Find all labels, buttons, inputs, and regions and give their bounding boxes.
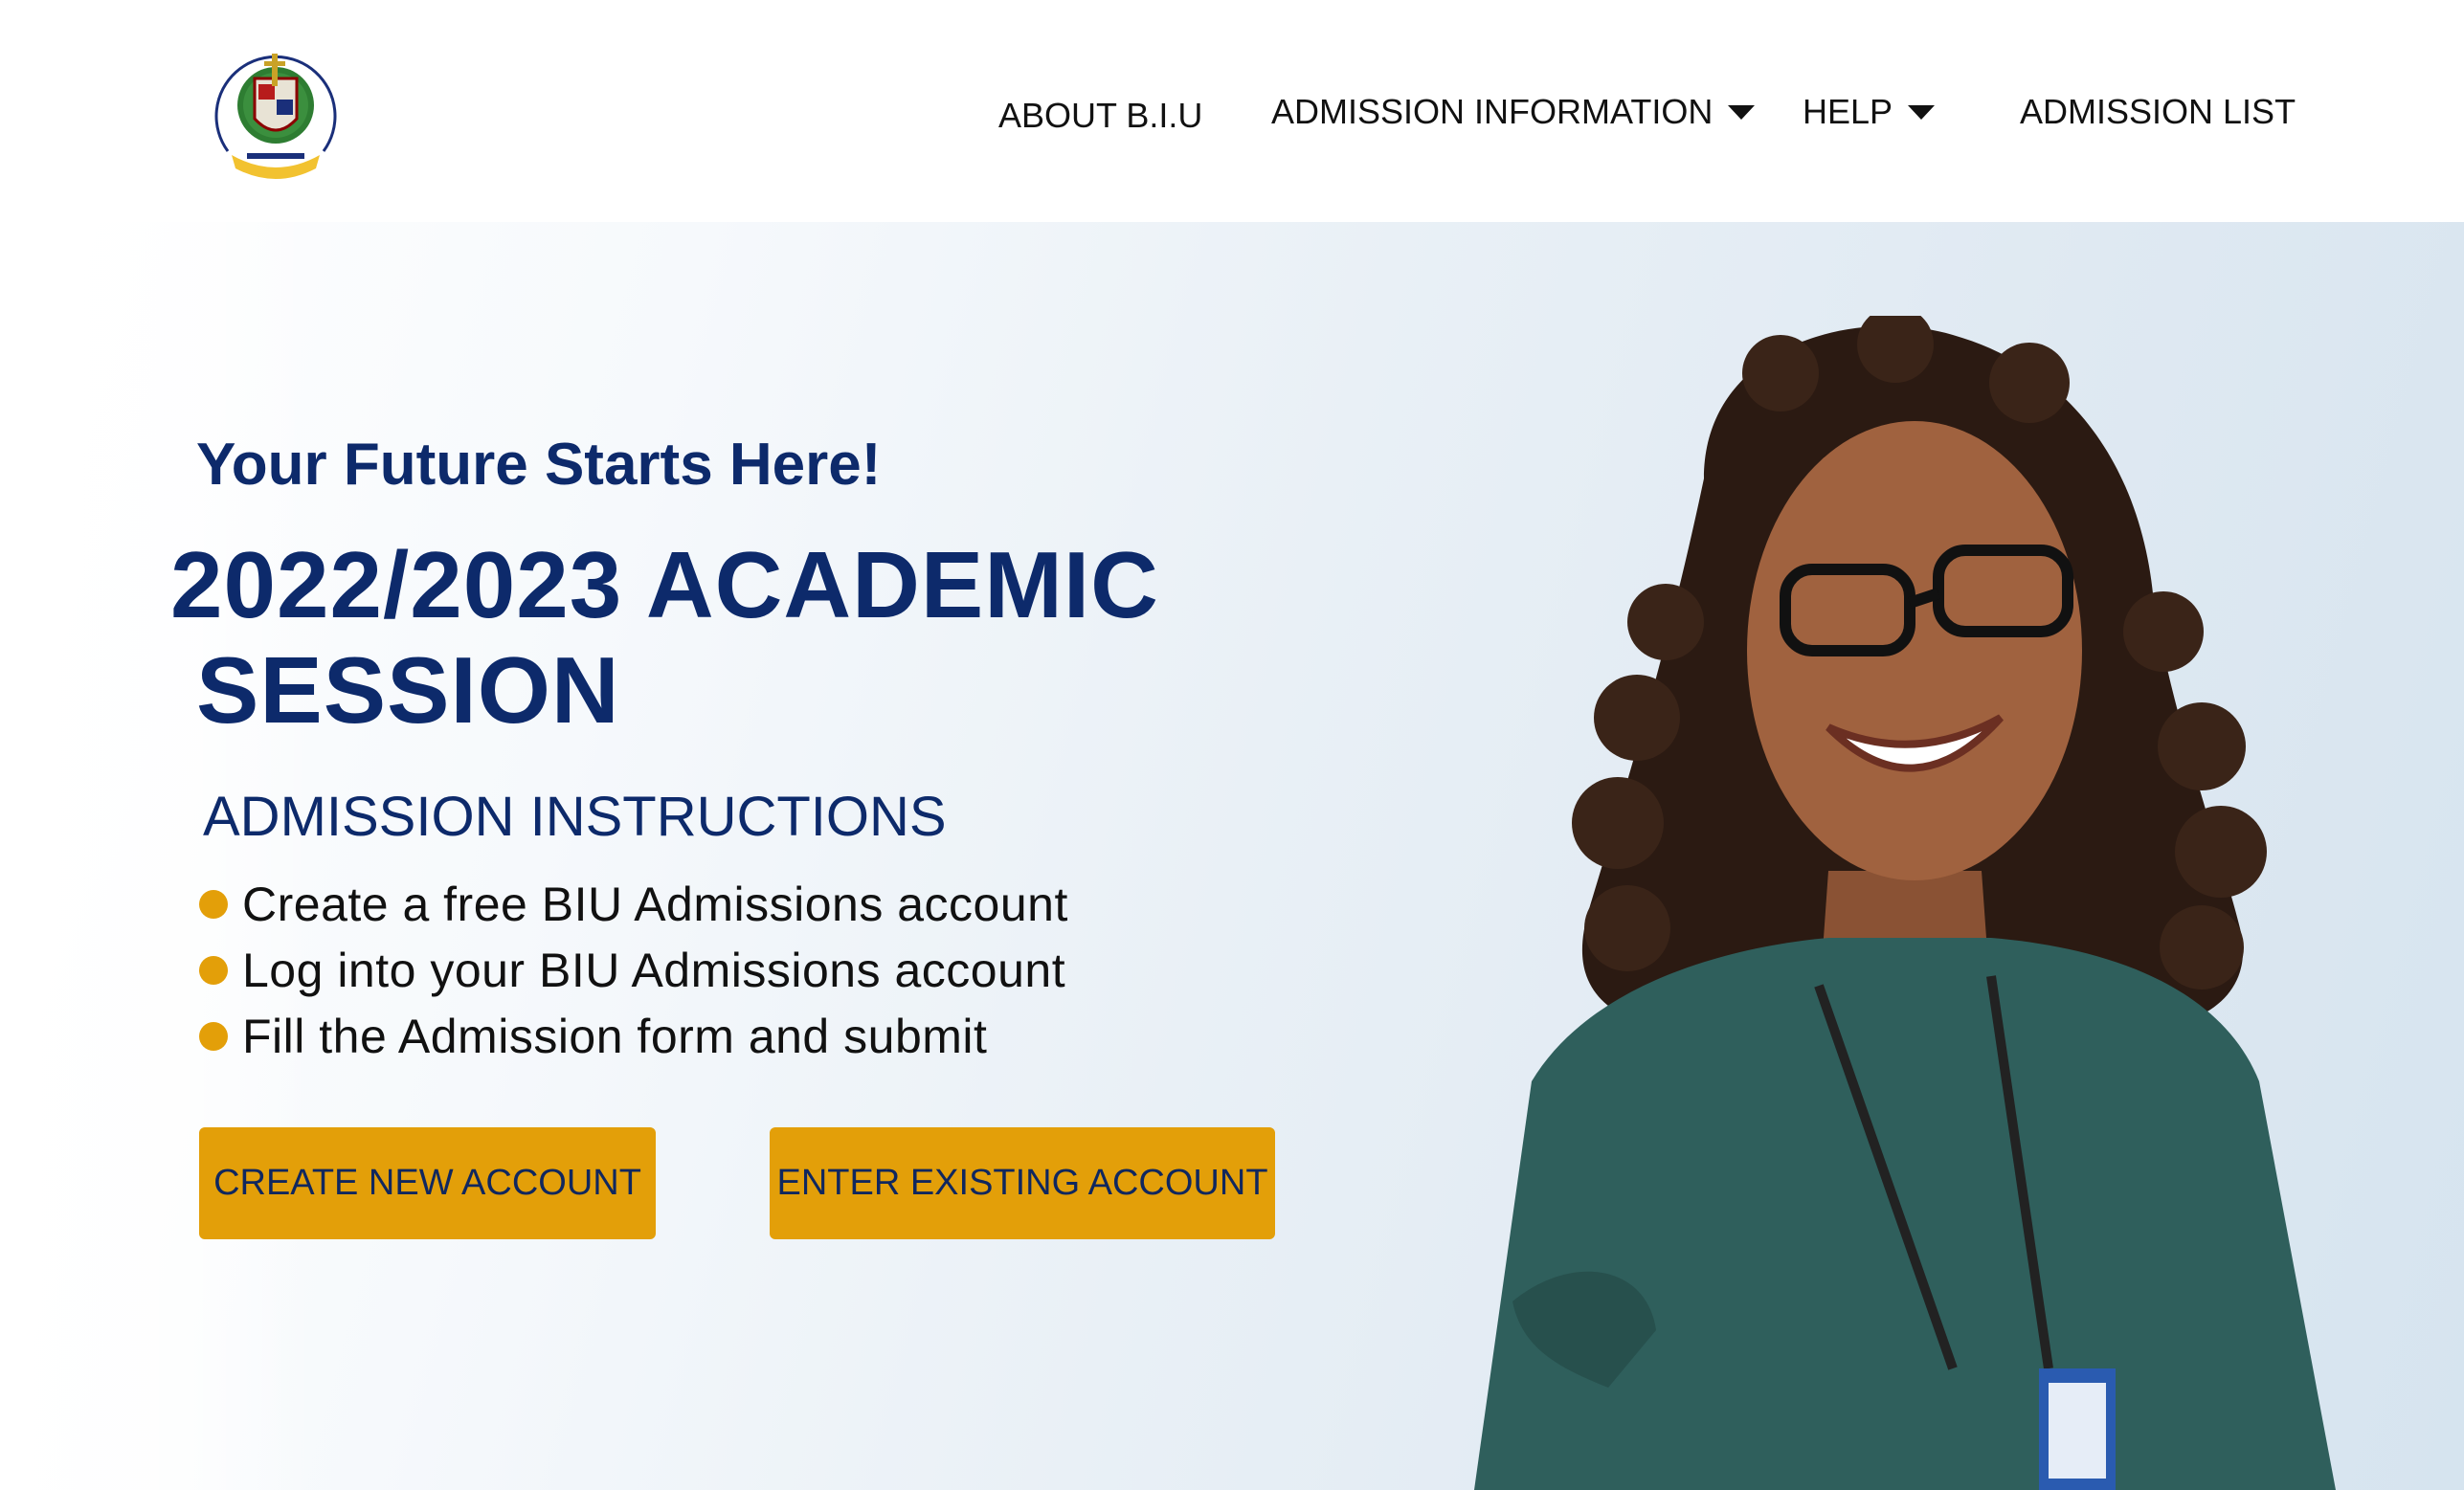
instruction-text: Create a free BIU Admissions account — [242, 877, 1068, 931]
nav-help-label: HELP — [1803, 92, 1893, 131]
caret-down-icon — [1728, 104, 1756, 120]
list-item: Create a free BIU Admissions account — [199, 871, 1068, 937]
nav-help[interactable]: HELP — [1803, 92, 1936, 132]
list-item: Log into your BIU Admissions account — [199, 937, 1068, 1003]
bullet-dot-icon — [199, 889, 228, 919]
instruction-text: Log into your BIU Admissions account — [242, 943, 1066, 997]
create-new-account-label: CREATE NEW ACCOUNT — [213, 1163, 641, 1203]
bullet-dot-icon — [199, 955, 228, 985]
list-item: Fill the Admission form and submit — [199, 1003, 1068, 1069]
site-header: ABOUT B.I.U ADMISSION INFORMATION HELP A… — [0, 0, 2464, 222]
caret-down-icon — [1908, 104, 1936, 120]
admission-instructions-list: Create a free BIU Admissions account Log… — [199, 871, 1068, 1069]
nav-about-biu[interactable]: ABOUT B.I.U — [998, 96, 1202, 136]
nav-about-label: ABOUT B.I.U — [998, 96, 1203, 135]
student-portrait-image — [1474, 316, 2336, 1490]
session-title-line2: SESSION — [196, 637, 620, 743]
nav-admission-information-label: ADMISSION INFORMATION — [1271, 92, 1714, 131]
enter-existing-account-button[interactable]: ENTER EXISTING ACCOUNT — [770, 1127, 1275, 1239]
admission-instructions-title: ADMISSION INSTRUCTIONS — [203, 786, 947, 848]
nav-admission-list-label: ADMISSION LIST — [2020, 92, 2296, 131]
nav-admission-list[interactable]: ADMISSION LIST — [2020, 92, 2296, 132]
session-title-line1: 2022/2023 ACADEMIC — [170, 532, 1159, 637]
instruction-text: Fill the Admission form and submit — [242, 1009, 988, 1063]
university-crest-icon[interactable] — [209, 36, 343, 186]
nav-admission-information[interactable]: ADMISSION INFORMATION — [1271, 92, 1756, 132]
create-new-account-button[interactable]: CREATE NEW ACCOUNT — [199, 1127, 656, 1239]
hero-tagline: Your Future Starts Here! — [196, 432, 882, 498]
enter-existing-account-label: ENTER EXISTING ACCOUNT — [776, 1163, 1268, 1203]
hero-fade-overlay — [0, 222, 316, 1490]
bullet-dot-icon — [199, 1021, 228, 1051]
